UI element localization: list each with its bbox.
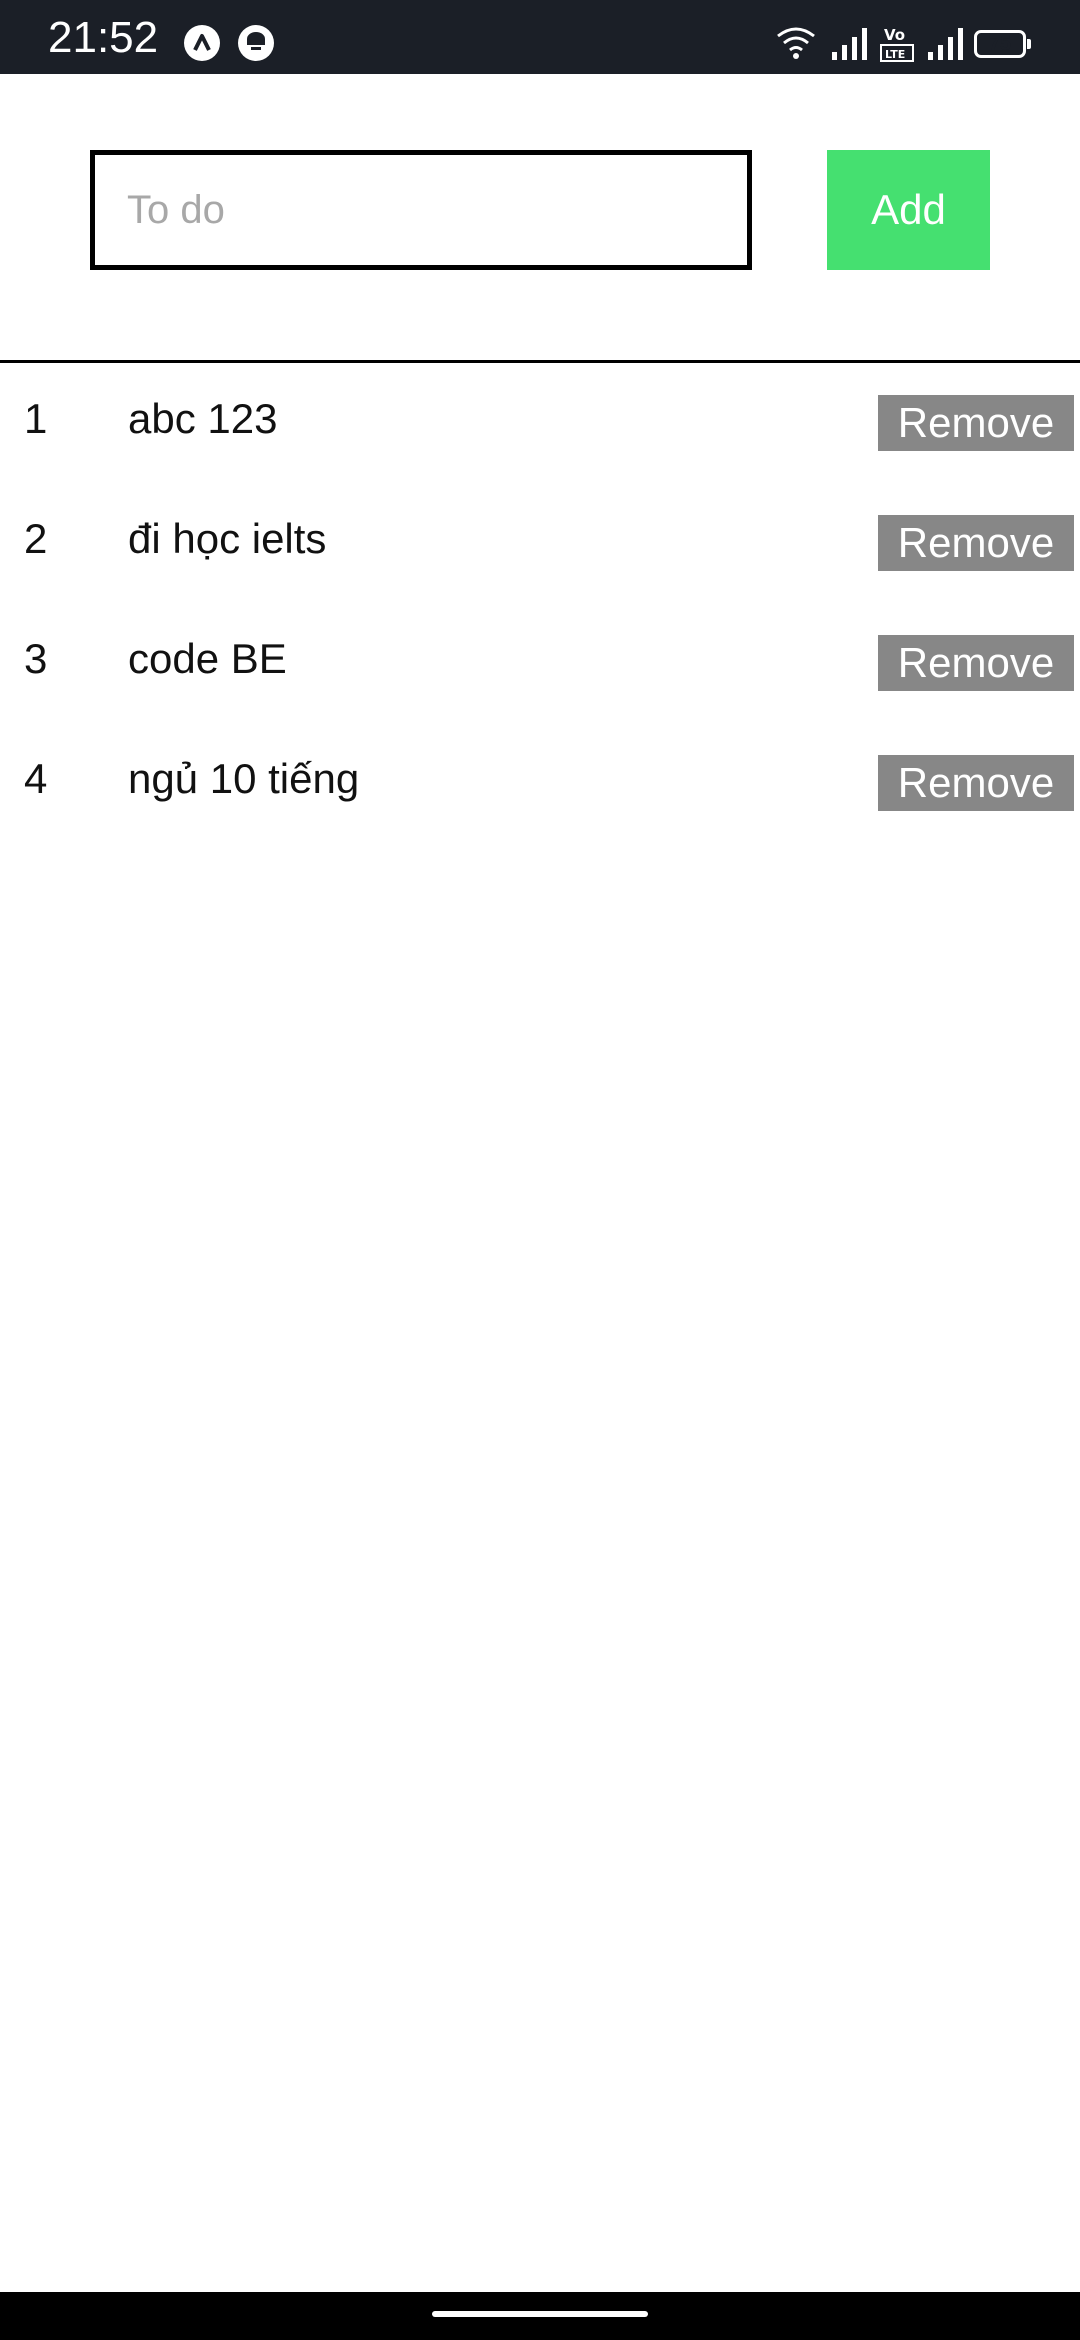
volte-lte-icon: Vo LTE: [880, 26, 914, 62]
status-time: 21:52: [48, 13, 159, 62]
remove-button[interactable]: Remove: [878, 395, 1074, 451]
status-bar: 21:52 Vo LTE 75: [0, 0, 1080, 74]
svg-text:LTE: LTE: [885, 48, 905, 61]
remove-button[interactable]: Remove: [878, 515, 1074, 571]
list-item: 3 code BE Remove: [0, 603, 1080, 723]
battery-icon: 75: [974, 30, 1031, 58]
wifi-icon: [777, 27, 815, 59]
remove-button[interactable]: Remove: [878, 755, 1074, 811]
notification-bubble-icon: [238, 25, 274, 61]
home-indicator[interactable]: [432, 2311, 648, 2317]
navigation-bar: [0, 2292, 1080, 2340]
item-text: abc 123: [128, 395, 278, 442]
item-text: đi học ielts: [128, 515, 327, 562]
remove-button[interactable]: Remove: [878, 635, 1074, 691]
item-index: 3: [24, 635, 48, 682]
battery-level: 75: [988, 33, 1012, 55]
signal-icon: [832, 28, 867, 60]
list-item: 4 ngủ 10 tiếng Remove: [0, 723, 1080, 843]
signal-icon-2: [928, 28, 963, 60]
list-item: 2 đi học ielts Remove: [0, 483, 1080, 603]
todo-list: 1 abc 123 Remove 2 đi học ielts Remove 3…: [0, 363, 1080, 843]
add-button[interactable]: Add: [827, 150, 990, 270]
list-item: 1 abc 123 Remove: [0, 363, 1080, 483]
item-index: 2: [24, 515, 48, 562]
item-index: 1: [24, 395, 48, 442]
item-text: code BE: [128, 635, 287, 682]
svg-text:Vo: Vo: [884, 26, 905, 44]
app-a-icon: [184, 25, 220, 61]
item-text: ngủ 10 tiếng: [128, 755, 360, 802]
todo-input[interactable]: [90, 150, 752, 270]
item-index: 4: [24, 755, 48, 802]
